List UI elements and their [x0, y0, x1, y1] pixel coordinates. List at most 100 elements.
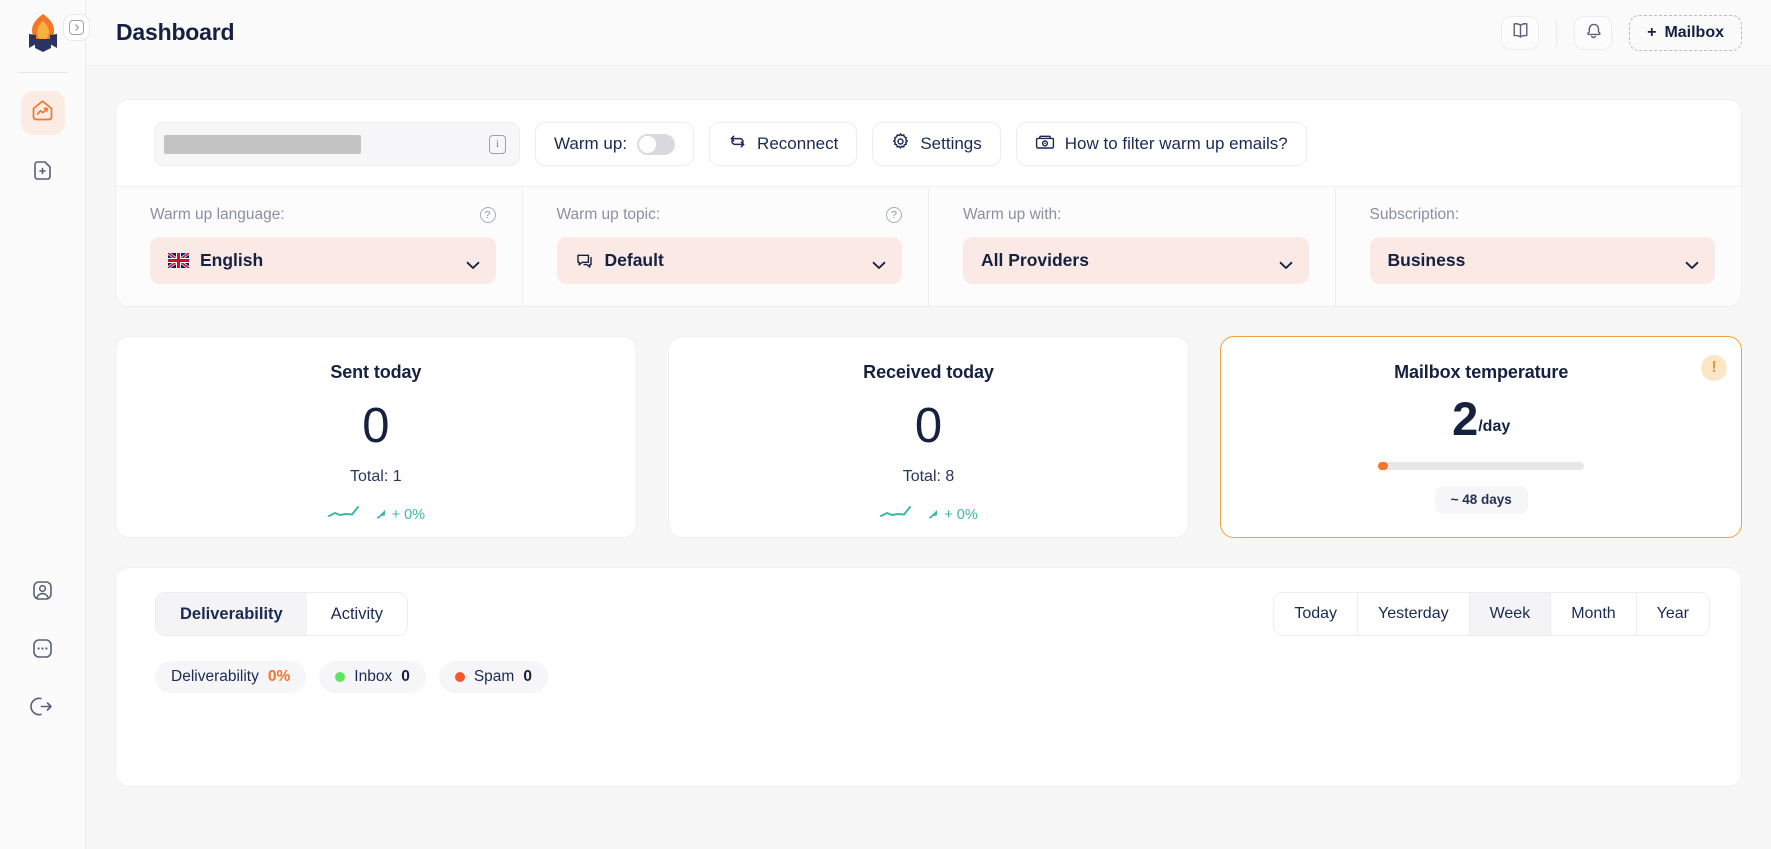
- chat-bubble-icon: [575, 251, 594, 270]
- sparkline-icon: [879, 503, 923, 526]
- temperature-days-estimate: ~ 48 days: [1434, 485, 1528, 514]
- warm-up-with-dropdown[interactable]: All Providers: [963, 237, 1309, 284]
- filter-subscription: Subscription: Business: [1336, 187, 1742, 306]
- plus-icon: +: [1647, 23, 1657, 41]
- range-yesterday[interactable]: Yesterday: [1358, 593, 1470, 635]
- filter-help-button[interactable]: How to filter warm up emails?: [1015, 122, 1307, 166]
- sidebar-item-logout[interactable]: [21, 687, 65, 731]
- filter-help-label: How to filter warm up emails?: [1064, 134, 1288, 153]
- book-icon: [1510, 20, 1531, 46]
- range-month[interactable]: Month: [1551, 593, 1637, 635]
- subscription-value: Business: [1387, 250, 1466, 270]
- sidebar-item-dashboard[interactable]: [20, 91, 65, 135]
- warm-up-topic-value: Default: [604, 250, 664, 270]
- chevron-right-icon: [69, 20, 84, 35]
- content-area: i Warm up: Reconnect Settings How to fil…: [86, 66, 1771, 849]
- help-icon[interactable]: ?: [479, 207, 496, 223]
- trend-percent: + 0%: [944, 506, 978, 523]
- stat-trend: + 0%: [327, 503, 425, 526]
- trend-up-arrow-icon: [376, 506, 387, 524]
- reconnect-label: Reconnect: [757, 134, 839, 153]
- chevron-down-icon: [466, 257, 479, 269]
- page-title: Dashboard: [116, 19, 235, 45]
- reconnect-button[interactable]: Reconnect: [709, 122, 858, 166]
- info-icon[interactable]: i: [489, 134, 506, 154]
- filter-warm-up-language: Warm up language: ? English: [116, 187, 523, 306]
- warm-up-label: Warm up:: [554, 134, 628, 153]
- chip-inbox[interactable]: Inbox 0: [319, 661, 426, 693]
- stat-title: Sent today: [330, 362, 422, 382]
- stat-value: 0: [362, 399, 390, 453]
- chip-deliverability[interactable]: Deliverability 0%: [155, 661, 307, 693]
- warm-up-language-dropdown[interactable]: English: [150, 237, 496, 284]
- tab-activity[interactable]: Activity: [306, 593, 407, 635]
- warm-up-toggle-button[interactable]: Warm up:: [535, 122, 695, 166]
- temperature-unit: /day: [1478, 417, 1511, 435]
- warmup-panel: i Warm up: Reconnect Settings How to fil…: [115, 99, 1742, 307]
- stat-trend: + 0%: [879, 503, 978, 526]
- app-root: Dashboard + Mailbox i Warm up: Reconnect…: [0, 0, 1771, 849]
- stat-card-mailbox-temperature: ! Mailbox temperature 2 /day ~ 48 days: [1220, 336, 1743, 538]
- docs-button[interactable]: [1501, 15, 1540, 50]
- tab-deliverability[interactable]: Deliverability: [156, 593, 307, 635]
- filter-warm-up-topic: Warm up topic: ? Default: [523, 187, 929, 306]
- warm-up-topic-dropdown[interactable]: Default: [556, 237, 902, 284]
- sidebar-collapse-button[interactable]: [63, 14, 90, 41]
- top-bar-actions: + Mailbox: [1501, 14, 1742, 51]
- filter-label-row: Warm up language: ?: [150, 206, 496, 224]
- settings-label: Settings: [920, 134, 982, 153]
- flame-logo-icon: [20, 10, 66, 56]
- sidebar-item-profile[interactable]: [21, 571, 65, 615]
- temperature-progress-bar: [1378, 461, 1585, 470]
- chevron-down-icon: [1279, 257, 1292, 269]
- add-mailbox-button[interactable]: + Mailbox: [1629, 14, 1742, 51]
- chevron-down-icon: [1685, 257, 1699, 269]
- chip-spam[interactable]: Spam 0: [438, 661, 548, 693]
- sidebar: [0, 0, 86, 849]
- filter-warm-up-with: Warm up with: All Providers: [929, 187, 1336, 306]
- sidebar-item-new-document[interactable]: [21, 151, 65, 195]
- help-icon[interactable]: ?: [886, 207, 902, 223]
- top-bar: Dashboard + Mailbox: [86, 0, 1771, 66]
- subscription-dropdown[interactable]: Business: [1369, 237, 1715, 284]
- warning-exclamation-icon[interactable]: !: [1701, 355, 1728, 381]
- warmup-toolbar: i Warm up: Reconnect Settings How to fil…: [116, 100, 1741, 186]
- filter-label: Subscription:: [1369, 206, 1460, 223]
- chip-label: Deliverability: [171, 668, 259, 685]
- settings-button[interactable]: Settings: [872, 122, 1001, 166]
- filter-label: Warm up language:: [150, 206, 285, 223]
- sparkline-icon: [327, 503, 371, 526]
- range-week[interactable]: Week: [1469, 593, 1552, 635]
- notifications-button[interactable]: [1574, 15, 1613, 50]
- range-year[interactable]: Year: [1636, 593, 1709, 635]
- uk-flag-icon: [168, 253, 189, 268]
- analytics-panel: Deliverability Activity Today Yesterday …: [115, 567, 1742, 787]
- stat-card-received-today: Received today 0 Total: 8 + 0%: [667, 336, 1190, 538]
- temperature-value-group: 2 /day: [1452, 392, 1511, 445]
- filter-label-row: Subscription:: [1370, 206, 1716, 224]
- warm-up-with-value: All Providers: [981, 250, 1089, 270]
- analytics-tabs: Deliverability Activity: [155, 592, 408, 636]
- temperature-progress-fill: [1378, 461, 1389, 470]
- redacted-email-value: [164, 134, 361, 154]
- status-dot-spam-icon: [454, 672, 465, 682]
- filter-label: Warm up topic:: [556, 206, 661, 223]
- toolbar-divider: [1556, 19, 1558, 46]
- add-mailbox-label: Mailbox: [1664, 23, 1724, 41]
- stat-total: Total: 1: [350, 468, 402, 485]
- warm-up-toggle[interactable]: [637, 133, 676, 155]
- chip-value: 0%: [267, 668, 291, 685]
- warmup-filters-row: Warm up language: ? English Warm up topi…: [116, 186, 1741, 306]
- filter-label-row: Warm up with:: [963, 206, 1309, 224]
- temperature-value: 2: [1452, 392, 1479, 445]
- range-today[interactable]: Today: [1274, 593, 1359, 635]
- mailbox-email-field[interactable]: i: [154, 122, 520, 166]
- sidebar-item-more[interactable]: [21, 629, 65, 673]
- stat-card-sent-today: Sent today 0 Total: 1 + 0%: [115, 336, 637, 538]
- main-area: Dashboard + Mailbox i Warm up: Reconnect…: [86, 0, 1771, 849]
- warm-up-language-value: English: [200, 250, 264, 270]
- analytics-metric-chips: Deliverability 0% Inbox 0 Spam 0: [155, 661, 1710, 693]
- chip-label: Spam: [473, 668, 515, 685]
- toggle-knob: [639, 135, 657, 153]
- filter-label-row: Warm up topic: ?: [556, 206, 902, 224]
